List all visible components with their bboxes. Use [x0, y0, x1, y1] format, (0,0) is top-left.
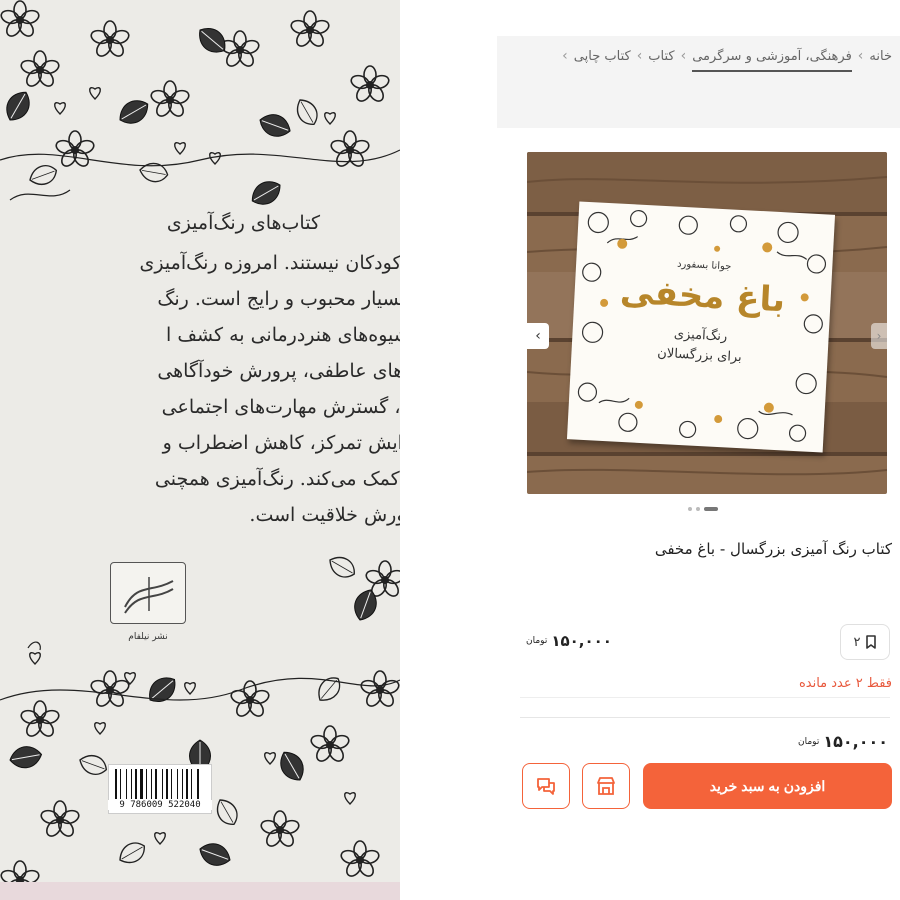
back-cover-line: رفتار و عادت‌ها، گسترش مهارت‌های اجتماعی [161, 396, 400, 418]
bookmark-count: ۲ [853, 634, 861, 650]
barcode-bar [144, 769, 145, 799]
barcode-bar [148, 769, 150, 799]
breadcrumb-separator: › [562, 48, 568, 64]
barcode-bar [138, 769, 139, 799]
barcode-bar [184, 769, 185, 799]
barcode-bar [177, 769, 178, 799]
breadcrumb-separator: › [636, 48, 643, 64]
barcode-bar [182, 769, 183, 799]
gallery-prev-button[interactable]: ‹ [527, 323, 549, 349]
chat-icon [537, 778, 555, 795]
chat-button[interactable] [522, 763, 570, 809]
breadcrumb-home[interactable]: خانه [869, 49, 892, 64]
back-cover-line: برای ابراز و پرورش خلاقیت است. [249, 504, 400, 526]
currency-label: تومان [526, 636, 548, 646]
pagination-dot[interactable] [688, 507, 692, 511]
barcode-bar [179, 769, 181, 799]
pagination-dot[interactable] [696, 507, 700, 511]
barcode-bar [171, 769, 172, 799]
breadcrumb-separator: › [680, 48, 687, 64]
barcode-bar [118, 769, 119, 799]
back-cover-heading: کتاب‌های رنگ‌آمیزی [166, 212, 320, 234]
back-cover-line: عنوان یکی از شیوه‌های هنردرمانی به کشف ا [166, 324, 400, 346]
back-cover-line: اعتماد به نفس کمک می‌کند. رنگ‌آمیزی همچن… [154, 468, 400, 490]
barcode-bar [128, 769, 130, 799]
price-row: تومان ۱۵۰,۰۰۰ [526, 632, 612, 650]
barcode-bar [164, 769, 165, 799]
chevron-right-icon: › [876, 329, 882, 343]
back-cover-text: کتاب‌های رنگ‌آمیزی دیگر مخصوص کودکان نیس… [0, 200, 400, 540]
back-cover-photo: کتاب‌های رنگ‌آمیزی دیگر مخصوص کودکان نیس… [0, 0, 400, 900]
breadcrumb-printed-books[interactable]: کتاب چاپی [574, 49, 631, 64]
barcode-bar [169, 769, 170, 799]
book-cover: جوانا بسفورد باغ مخفی رنگ‌آمیزی برای بزر… [566, 201, 836, 453]
barcode-bar [193, 769, 196, 799]
barcode-bar [122, 769, 125, 799]
back-cover-line: دیگر مخصوص کودکان نیستند. امروزه رنگ‌آمی… [139, 252, 400, 274]
product-price: ۱۵۰,۰۰۰ [551, 632, 612, 650]
pagination-dot-active[interactable] [704, 507, 718, 511]
publisher-logo [110, 562, 186, 624]
barcode-bar [126, 769, 127, 799]
barcode-bar [200, 769, 201, 799]
barcode-bar [162, 769, 163, 799]
barcode-bar [186, 769, 188, 799]
breadcrumb-separator: › [857, 48, 864, 64]
store-icon [597, 777, 615, 795]
barcode-bar [115, 769, 117, 799]
barcode-bar [131, 769, 132, 799]
store-button[interactable] [582, 763, 630, 809]
add-to-cart-button[interactable]: افزودن به سبد خرید [643, 763, 892, 809]
photo-background-edge [0, 882, 400, 900]
bookmark-button[interactable]: ۲ [840, 624, 890, 660]
barcode-bar [153, 769, 154, 799]
gallery-pagination [688, 507, 718, 511]
barcode-bar [189, 769, 190, 799]
breadcrumb-category[interactable]: فرهنگی، آموزشی و سرگرمی [692, 49, 852, 72]
publisher-name: نشر نیلفام [128, 632, 168, 642]
barcode-bar [151, 769, 152, 799]
product-image-gallery[interactable]: جوانا بسفورد باغ مخفی رنگ‌آمیزی برای بزر… [527, 152, 887, 494]
back-cover-line: واقعگرایی، افزایش تمرکز، کاهش اضطراب و [162, 432, 400, 454]
currency-label: تومان [798, 736, 820, 747]
barcode-bar [173, 769, 176, 799]
divider [520, 717, 890, 718]
breadcrumb-books[interactable]: کتاب [648, 49, 674, 64]
back-cover-line: بزرگسالان نیز بسیار محبوب و رایج است. رن… [157, 288, 400, 310]
barcode-bar [146, 769, 147, 799]
gallery-next-button[interactable]: › [871, 323, 887, 349]
barcode-bar [155, 769, 157, 799]
stock-warning: فقط ۲ عدد مانده [798, 676, 892, 691]
barcode-bar [191, 769, 192, 799]
barcode-bar [158, 769, 161, 799]
back-cover-line: تسکین درگیری‌های عاطفی، پرورش خودآگاهی [157, 360, 400, 382]
bookmark-icon [865, 635, 876, 649]
barcode-bar [133, 769, 134, 799]
final-price: ۱۵۰,۰۰۰ [823, 732, 888, 751]
product-title: کتاب رنگ آمیزی بزرگسال - باغ مخفی [654, 540, 892, 558]
breadcrumb: خانه › فرهنگی، آموزشی و سرگرمی › کتاب › … [562, 48, 892, 72]
barcode-bar [197, 769, 199, 799]
chevron-left-icon: ‹ [535, 328, 541, 344]
barcode-bar [166, 769, 168, 799]
barcode-bar [140, 769, 143, 799]
final-price-row: تومان ۱۵۰,۰۰۰ [798, 732, 888, 751]
divider [520, 697, 890, 698]
barcode-bar [135, 769, 137, 799]
barcode-bar [120, 769, 121, 799]
barcode-number: 9 786009 522040 [108, 800, 212, 810]
